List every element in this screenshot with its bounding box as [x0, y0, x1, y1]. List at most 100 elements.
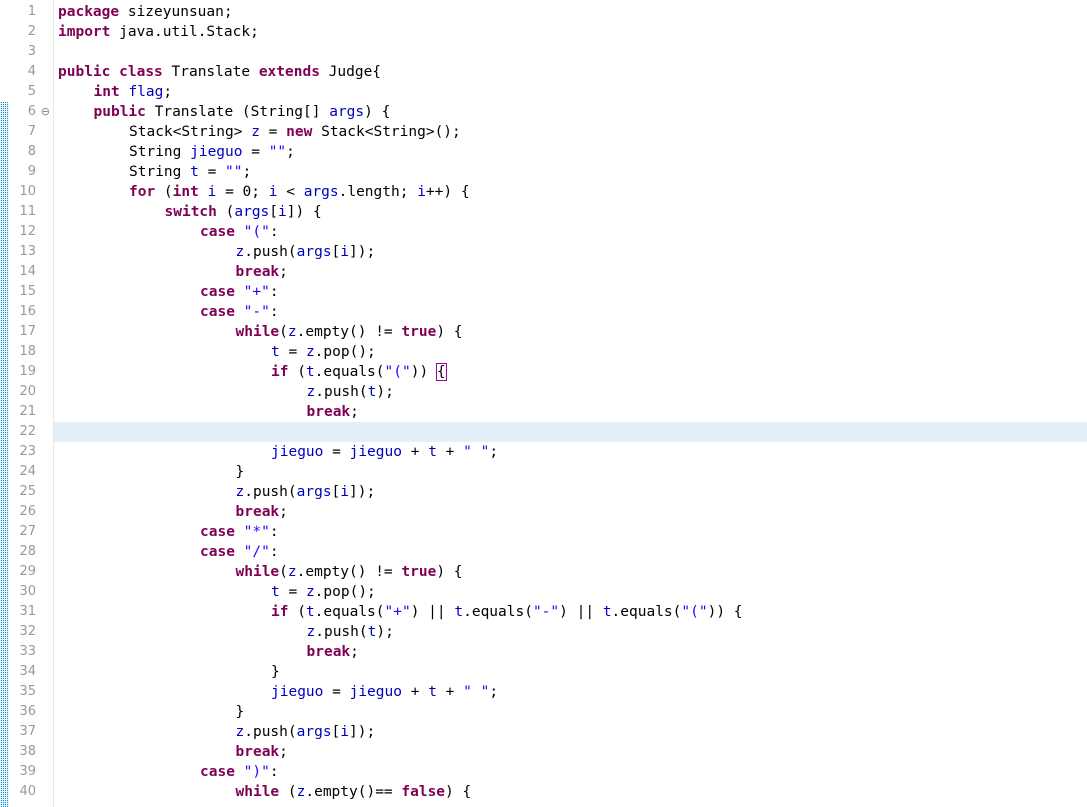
code-token: =	[279, 344, 306, 360]
code-token: =	[279, 584, 306, 600]
line-number: 24	[19, 464, 36, 479]
fold-toggle-icon[interactable]: ⊖	[40, 102, 51, 122]
line-number: 31	[19, 604, 36, 619]
code-token: (	[279, 564, 288, 580]
code-token: jieguo	[271, 444, 324, 460]
code-token: Translate	[162, 64, 259, 80]
code-line[interactable]: while(z.empty() != true) {	[54, 322, 1087, 342]
code-line[interactable]: z.push(args[i]);	[54, 242, 1087, 262]
code-line[interactable]: public class Translate extends Judge{	[54, 62, 1087, 82]
code-token: class	[119, 64, 163, 80]
code-line[interactable]: z.push(t);	[54, 382, 1087, 402]
code-line[interactable]: z.push(t);	[54, 622, 1087, 642]
code-token: );	[376, 624, 394, 640]
code-token: z	[235, 244, 245, 260]
code-line[interactable]: break;	[54, 642, 1087, 662]
code-line[interactable]: for (int i = 0; i < args.length; i++) {	[54, 182, 1087, 202]
code-line[interactable]: package sizeyunsuan;	[54, 2, 1087, 22]
line-number: 30	[19, 584, 36, 599]
code-token: int	[172, 184, 199, 200]
line-number: 6	[27, 104, 36, 119]
code-folding-column[interactable]: ⊖	[39, 0, 53, 807]
code-line[interactable]: int flag;	[54, 82, 1087, 102]
code-line[interactable]: break;	[54, 742, 1087, 762]
code-token: ) ||	[410, 604, 455, 620]
code-line[interactable]: case "*":	[54, 522, 1087, 542]
code-line[interactable]: Stack<String> z = new Stack<String>();	[54, 122, 1087, 142]
code-token: break	[306, 404, 351, 420]
code-line[interactable]: }	[54, 462, 1087, 482]
code-token: z	[305, 344, 315, 360]
code-line[interactable]: }	[54, 662, 1087, 682]
code-token: .equals(	[463, 604, 533, 620]
code-line[interactable]: String jieguo = "";	[54, 142, 1087, 162]
code-line[interactable]: while (z.empty()== false) {	[54, 782, 1087, 802]
code-line[interactable]: t = z.pop();	[54, 342, 1087, 362]
code-token: Judge{	[319, 64, 382, 80]
code-token: ))	[410, 364, 437, 380]
line-number: 16	[19, 304, 36, 319]
code-line[interactable]: jieguo = jieguo + t + " ";	[54, 682, 1087, 702]
code-token: i	[417, 184, 426, 200]
code-token: while	[235, 324, 280, 340]
code-line[interactable]: switch (args[i]) {	[54, 202, 1087, 222]
code-token: ;	[163, 84, 173, 100]
code-token: ++) {	[425, 184, 470, 200]
code-line[interactable]: case "(":	[54, 222, 1087, 242]
code-token: break	[306, 644, 351, 660]
code-token: z	[287, 564, 297, 580]
code-line[interactable]: case "-":	[54, 302, 1087, 322]
code-line[interactable]: break;	[54, 502, 1087, 522]
code-line[interactable]: if (t.equals("(")) {	[54, 362, 1087, 382]
code-line[interactable]: public Translate (String[] args) {	[54, 102, 1087, 122]
code-editor[interactable]: 1 2 3 4 5 6 7 8 9 10 11 12 13 14 15 16 17 18 19 20 21 22 23 24 2…	[0, 0, 1087, 807]
code-line[interactable]: }	[54, 702, 1087, 722]
code-line[interactable]: break;	[54, 262, 1087, 282]
code-line[interactable]: import java.util.Stack;	[54, 22, 1087, 42]
code-token: =	[242, 144, 269, 160]
code-line[interactable]: case "/":	[54, 542, 1087, 562]
code-line[interactable]: z.push(args[i]);	[54, 722, 1087, 742]
code-token: ;	[251, 184, 269, 200]
code-token: public	[93, 104, 146, 120]
code-line[interactable]	[54, 42, 1087, 62]
code-line[interactable]: break;	[54, 402, 1087, 422]
code-token: ]) {	[286, 204, 322, 220]
code-line[interactable]: while(z.empty() != true) {	[54, 562, 1087, 582]
line-number: 1	[27, 4, 36, 19]
editor-text-area[interactable]: package sizeyunsuan; import java.util.Sta…	[54, 0, 1087, 807]
code-token: Stack<String>();	[312, 124, 461, 140]
code-token: " "	[463, 444, 490, 460]
line-number: 10	[19, 184, 36, 199]
line-number: 37	[19, 724, 36, 739]
code-line[interactable]: String t = "";	[54, 162, 1087, 182]
line-number: 13	[19, 244, 36, 259]
line-number: 38	[19, 744, 36, 759]
line-number: 20	[19, 384, 36, 399]
code-line[interactable]: jieguo = jieguo + t + " ";	[54, 442, 1087, 462]
line-number: 14	[19, 264, 36, 279]
code-line[interactable]: case ")":	[54, 762, 1087, 782]
code-token: .empty() !=	[296, 324, 402, 340]
code-token: switch	[164, 204, 217, 220]
line-number: 40	[19, 784, 36, 799]
code-token: args	[303, 184, 339, 200]
code-token: false	[401, 784, 446, 800]
code-token: .pop();	[314, 584, 376, 600]
code-token: +	[401, 684, 429, 700]
code-line[interactable]: if (t.equals("+") || t.equals("-") || t.…	[54, 602, 1087, 622]
code-token: String	[129, 164, 191, 180]
line-number: 5	[27, 84, 36, 99]
code-token: ""	[225, 164, 243, 180]
code-token: ;	[286, 144, 295, 160]
code-token: i	[340, 724, 350, 740]
code-line[interactable]: z.push(args[i]);	[54, 482, 1087, 502]
code-token: "*"	[243, 524, 270, 540]
code-token: ""	[268, 144, 287, 160]
code-token: "-"	[532, 604, 560, 620]
code-token: break	[235, 264, 280, 280]
code-line[interactable]: t = z.pop();	[54, 582, 1087, 602]
code-line[interactable]: case "+":	[54, 282, 1087, 302]
code-token: ]);	[349, 244, 376, 260]
